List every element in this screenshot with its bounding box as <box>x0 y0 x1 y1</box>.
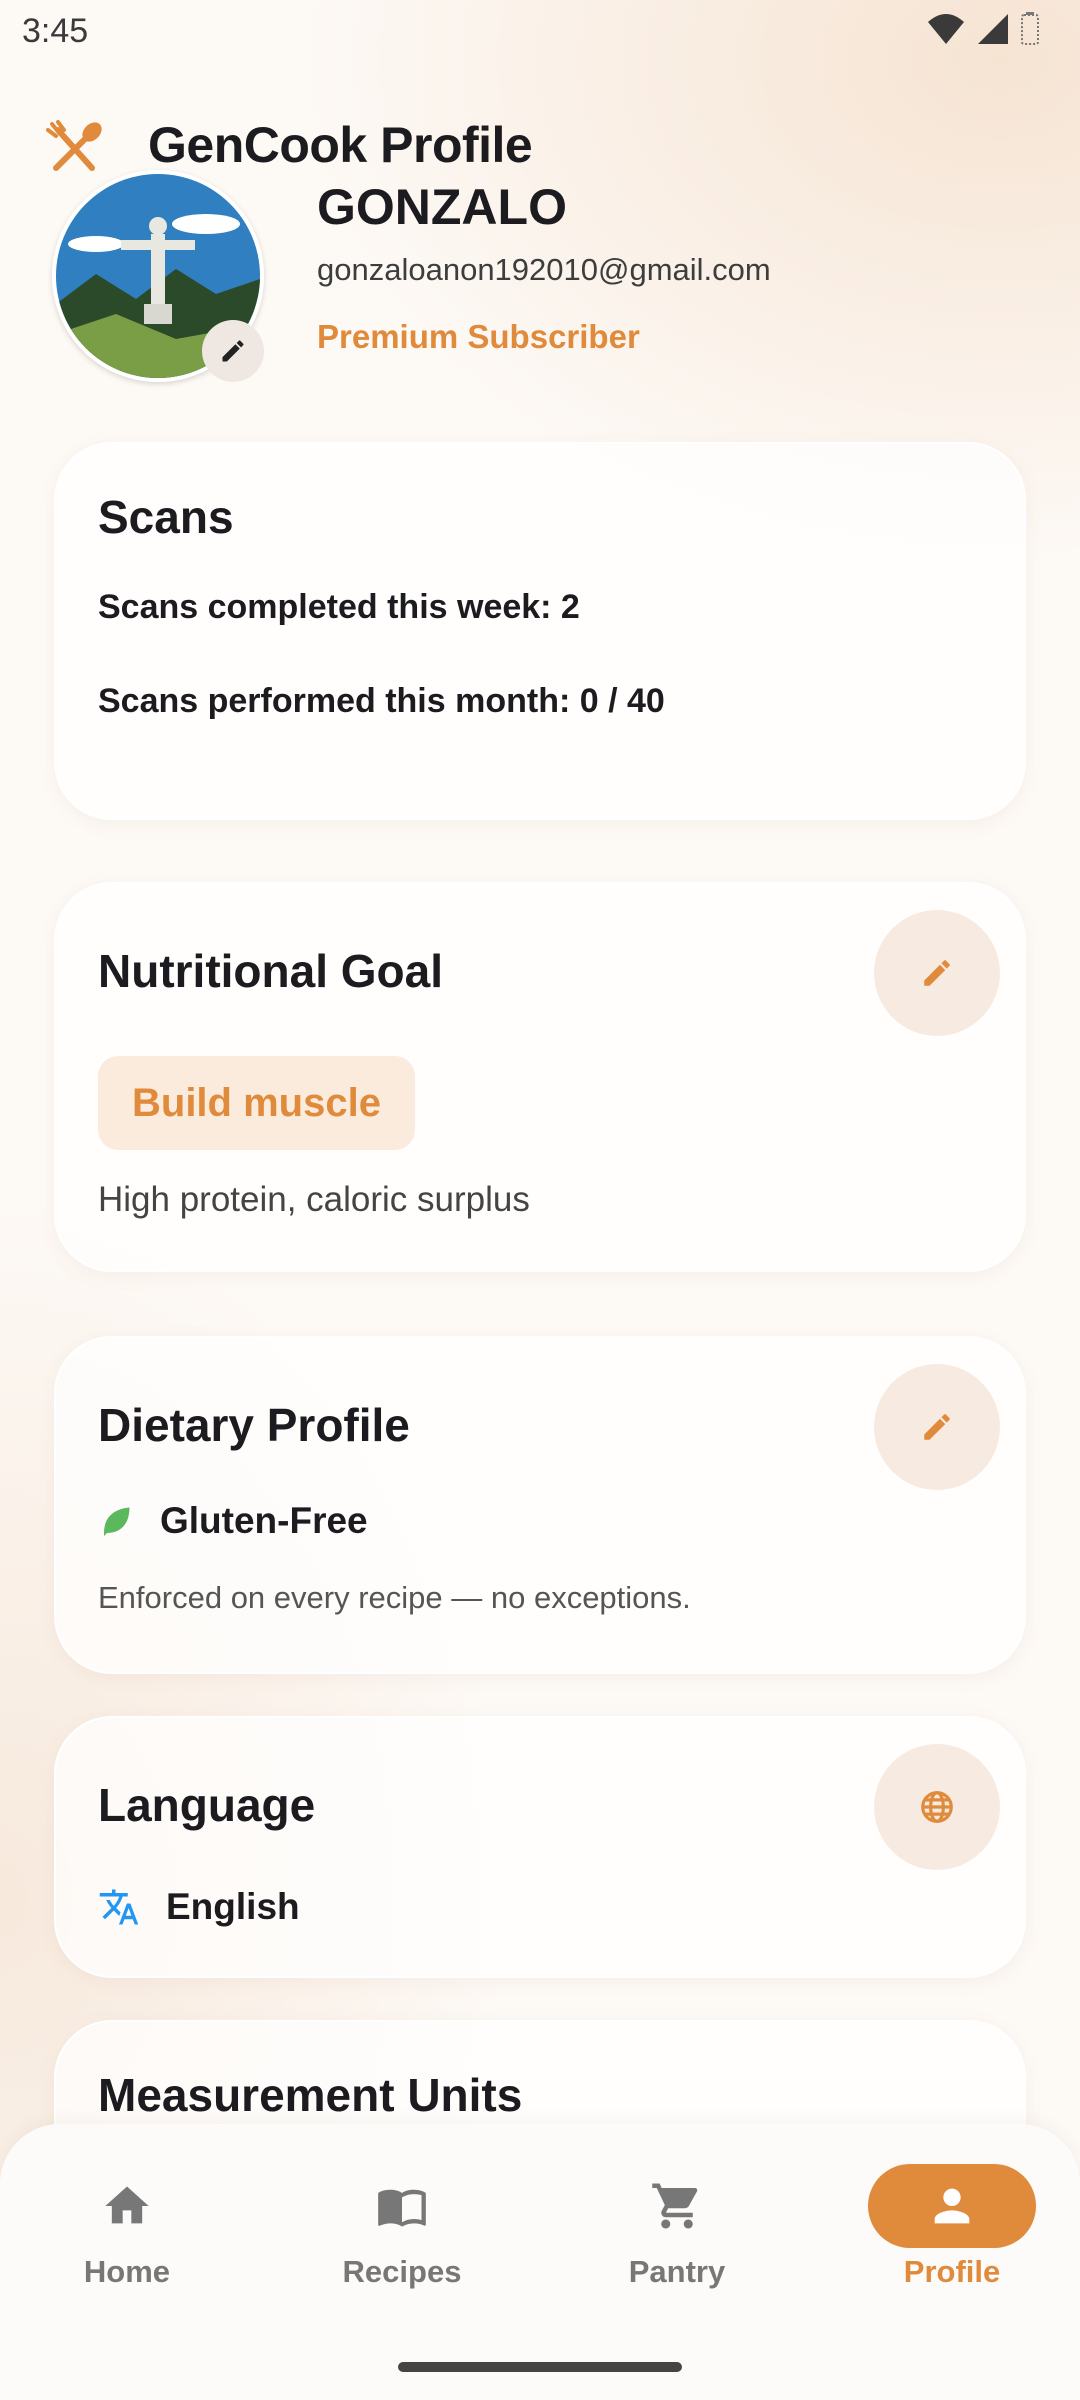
goal-description: High protein, caloric surplus <box>98 1180 530 1219</box>
scans-month-text: Scans performed this month: 0 / 40 <box>98 682 665 720</box>
nav-profile-pill <box>868 2164 1036 2248</box>
scans-title: Scans <box>98 491 234 543</box>
book-icon <box>378 2189 426 2227</box>
status-time: 3:45 <box>22 12 89 50</box>
nav-pantry[interactable]: Pantry <box>587 2164 767 2304</box>
language-item: English <box>98 1886 300 1928</box>
nav-recipes[interactable]: Recipes <box>312 2164 492 2304</box>
home-indicator[interactable] <box>398 2362 682 2372</box>
nutritional-goal-card: Nutritional Goal Build muscle High prote… <box>54 882 1026 1272</box>
wifi-icon <box>928 14 964 44</box>
cart-icon <box>652 2183 698 2229</box>
language-card: Language English <box>54 1716 1026 1978</box>
nav-home[interactable]: Home <box>37 2164 217 2304</box>
leaf-icon <box>104 1507 130 1536</box>
status-bar: 3:45 <box>0 0 1080 64</box>
nutritional-goal-title: Nutritional Goal <box>98 945 443 997</box>
page-title: GenCook Profile <box>148 117 533 173</box>
globe-icon <box>921 1791 953 1823</box>
change-language-button[interactable] <box>874 1744 1000 1870</box>
avatar-container[interactable] <box>52 170 264 382</box>
language-title: Language <box>98 1779 316 1831</box>
scans-card: Scans Scans completed this week: 2 Scans… <box>54 442 1026 820</box>
dietary-item: Gluten-Free <box>98 1500 368 1542</box>
scans-week-text: Scans completed this week: 2 <box>98 588 580 626</box>
nav-home-pill <box>43 2164 211 2248</box>
nav-home-label: Home <box>83 2254 171 2289</box>
pencil-icon <box>924 1414 950 1440</box>
home-icon <box>105 2186 149 2224</box>
nav-pantry-label: Pantry <box>628 2254 726 2289</box>
pencil-icon <box>924 960 950 986</box>
measurement-units-title: Measurement Units <box>98 2069 523 2121</box>
edit-goal-button[interactable] <box>874 910 1000 1036</box>
status-icons <box>926 12 1040 46</box>
dietary-item-label: Gluten-Free <box>160 1500 368 1541</box>
translate-icon <box>99 1889 139 1925</box>
edit-dietary-button[interactable] <box>874 1364 1000 1490</box>
dietary-note: Enforced on every recipe — no exceptions… <box>98 1580 691 1615</box>
nav-profile-label: Profile <box>903 2254 1001 2289</box>
goal-chip: Build muscle <box>98 1056 415 1150</box>
subscription-badge: Premium Subscriber <box>317 318 640 355</box>
nav-profile[interactable]: Profile <box>862 2164 1042 2304</box>
goal-chip-label: Build muscle <box>132 1080 381 1125</box>
language-value: English <box>166 1886 300 1927</box>
signal-icon <box>978 14 1008 44</box>
nav-recipes-pill <box>318 2164 486 2248</box>
pencil-icon <box>222 340 244 362</box>
utensils-logo-icon <box>46 120 102 171</box>
battery-icon <box>1021 12 1039 45</box>
user-email: gonzaloanon192010@gmail.com <box>317 252 771 287</box>
bottom-navigation: Home Recipes Pantry Profile <box>0 2124 1080 2400</box>
nav-recipes-label: Recipes <box>342 2254 462 2289</box>
user-name: GONZALO <box>317 179 567 235</box>
person-icon <box>934 2188 970 2224</box>
nav-pantry-pill <box>593 2164 761 2248</box>
avatar-edit-button[interactable] <box>202 320 264 382</box>
dietary-profile-card: Dietary Profile Gluten-Free Enforced on … <box>54 1336 1026 1674</box>
dietary-profile-title: Dietary Profile <box>98 1399 410 1451</box>
